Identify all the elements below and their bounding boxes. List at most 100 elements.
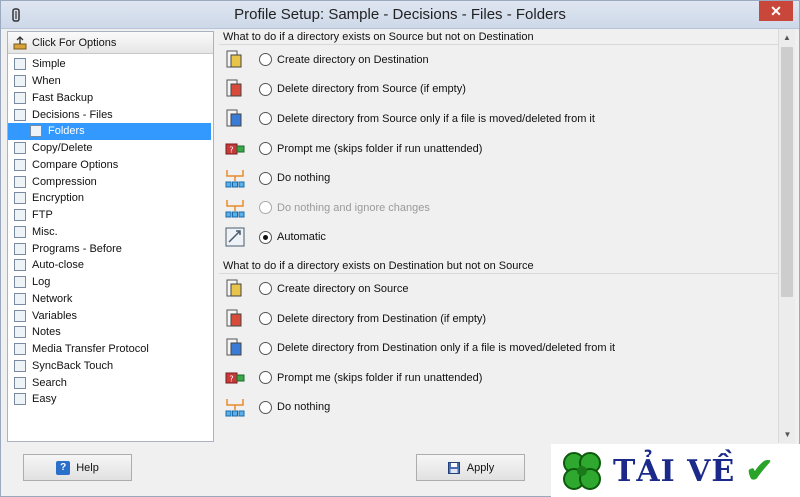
option-label: Do nothing and ignore changes (277, 201, 430, 214)
scroll-up-icon[interactable]: ▲ (779, 29, 795, 46)
sidebar-item-label: Folders (48, 125, 85, 138)
sidebar-item-label: Compression (32, 175, 97, 188)
source-only-section-title: What to do if a directory exists on Sour… (219, 29, 795, 45)
variables-icon (14, 309, 26, 322)
option-radio[interactable] (259, 282, 272, 296)
option-row[interactable]: Delete directory from Destination (if em… (219, 304, 795, 334)
sidebar-item-misc[interactable]: Misc. (8, 224, 213, 241)
profile-setup-window: Profile Setup: Sample - Decisions - File… (0, 0, 800, 497)
app-icon[interactable] (9, 7, 23, 22)
sidebar-item-log[interactable]: Log (8, 274, 213, 291)
simple-icon (14, 58, 26, 71)
sidebar-item-label: Log (32, 276, 51, 289)
help-icon: ? (56, 460, 71, 475)
sidebar-item-programs-before[interactable]: Programs - Before (8, 240, 213, 257)
option-radio[interactable] (259, 371, 272, 385)
click-for-options-header[interactable]: Click For Options (8, 32, 213, 54)
sidebar-item-compare-options[interactable]: Compare Options (8, 157, 213, 174)
option-label: Delete directory from Destination only i… (277, 342, 616, 355)
option-label: Create directory on Source (277, 282, 409, 295)
option-action-icon (223, 107, 247, 131)
option-row[interactable]: Automatic (219, 223, 795, 253)
sidebar-item-label: Misc. (32, 225, 58, 238)
option-action-icon (223, 196, 247, 220)
option-row[interactable]: Delete directory from Destination only i… (219, 333, 795, 363)
option-row[interactable]: Create directory on Destination (219, 45, 795, 75)
scroll-down-icon[interactable]: ▼ (779, 426, 795, 443)
sidebar-item-fast-backup[interactable]: Fast Backup (8, 90, 213, 107)
option-row[interactable]: Delete directory from Source (if empty) (219, 75, 795, 105)
apply-button[interactable]: Apply (416, 454, 525, 481)
option-row[interactable]: Create directory on Source (219, 274, 795, 304)
sidebar-item-compression[interactable]: Compression (8, 173, 213, 190)
sidebar-item-when[interactable]: When (8, 73, 213, 90)
sidebar-item-decisions-files[interactable]: Decisions - Files (8, 106, 213, 123)
scroll-thumb[interactable] (781, 47, 793, 297)
option-radio[interactable] (259, 171, 272, 185)
title-bar[interactable]: Profile Setup: Sample - Decisions - File… (1, 1, 799, 29)
copy-delete-icon (14, 142, 26, 155)
auto-close-icon (14, 259, 26, 272)
sidebar-item-label: Media Transfer Protocol (32, 343, 149, 356)
sidebar-item-variables[interactable]: Variables (8, 307, 213, 324)
search-icon (14, 376, 26, 389)
compression-icon (14, 175, 26, 188)
clock-icon (14, 75, 26, 88)
programs-icon (14, 242, 26, 255)
sidebar-item-network[interactable]: Network (8, 291, 213, 308)
sidebar-item-copy-delete[interactable]: Copy/Delete (8, 140, 213, 157)
option-row[interactable]: Do nothing (219, 393, 795, 423)
easy-icon (14, 393, 26, 406)
option-label: Automatic (277, 231, 326, 244)
sidebar-item-easy[interactable]: Easy (8, 391, 213, 408)
option-radio[interactable] (259, 112, 272, 126)
vertical-scrollbar[interactable]: ▲ ▼ (778, 29, 795, 443)
sidebar-item-media-transfer-protocol[interactable]: Media Transfer Protocol (8, 341, 213, 358)
close-button[interactable]: ✕ (759, 1, 793, 21)
sidebar-item-search[interactable]: Search (8, 374, 213, 391)
sidebar-item-label: FTP (32, 209, 53, 222)
log-icon (14, 276, 26, 289)
sidebar-item-folders[interactable]: Folders (8, 123, 211, 140)
option-radio[interactable] (259, 312, 272, 326)
options-header-label: Click For Options (32, 36, 117, 49)
misc-icon (14, 225, 26, 238)
option-radio[interactable] (259, 230, 272, 244)
option-radio[interactable] (259, 142, 272, 156)
options-sidebar: Click For Options Simple When Fast Backup D… (7, 31, 214, 442)
option-action-icon (223, 77, 247, 101)
sidebar-item-auto-close[interactable]: Auto-close (8, 257, 213, 274)
sidebar-item-encryption[interactable]: Encryption (8, 190, 213, 207)
ftp-icon (14, 209, 26, 222)
sidebar-item-label: Notes (32, 326, 61, 339)
sidebar-item-label: Auto-close (32, 259, 84, 272)
sidebar-item-label: Network (32, 292, 73, 305)
sidebar-item-label: When (32, 75, 61, 88)
option-row[interactable]: Delete directory from Source only if a f… (219, 104, 795, 134)
option-row[interactable]: ? Prompt me (skips folder if run unattend… (219, 363, 795, 393)
option-action-icon (223, 48, 247, 72)
sidebar-item-ftp[interactable]: FTP (8, 207, 213, 224)
option-label: Create directory on Destination (277, 53, 429, 66)
option-action-icon (223, 307, 247, 331)
options-tree: Simple When Fast Backup Decisions - Files Fo… (8, 54, 213, 408)
compare-icon (14, 158, 26, 171)
sidebar-item-simple[interactable]: Simple (8, 56, 213, 73)
option-label: Prompt me (skips folder if run unattende… (277, 371, 483, 384)
destination-only-options: Create directory on Source Delete directo… (219, 274, 795, 422)
option-radio[interactable] (259, 82, 272, 96)
mtp-icon (14, 343, 26, 356)
option-row[interactable]: ? Prompt me (skips folder if run unattend… (219, 134, 795, 164)
sidebar-item-notes[interactable]: Notes (8, 324, 213, 341)
folder-icon (30, 125, 42, 138)
save-icon (447, 461, 461, 475)
option-row[interactable]: Do nothing (219, 163, 795, 193)
option-action-icon: ? (223, 366, 247, 390)
option-radio[interactable] (259, 400, 272, 414)
help-button[interactable]: ? Help (23, 454, 132, 481)
option-label: Do nothing (277, 172, 331, 185)
option-radio[interactable] (259, 341, 272, 355)
sidebar-item-syncback-touch[interactable]: SyncBack Touch (8, 358, 213, 375)
option-radio[interactable] (259, 53, 272, 67)
options-icon (12, 35, 28, 51)
